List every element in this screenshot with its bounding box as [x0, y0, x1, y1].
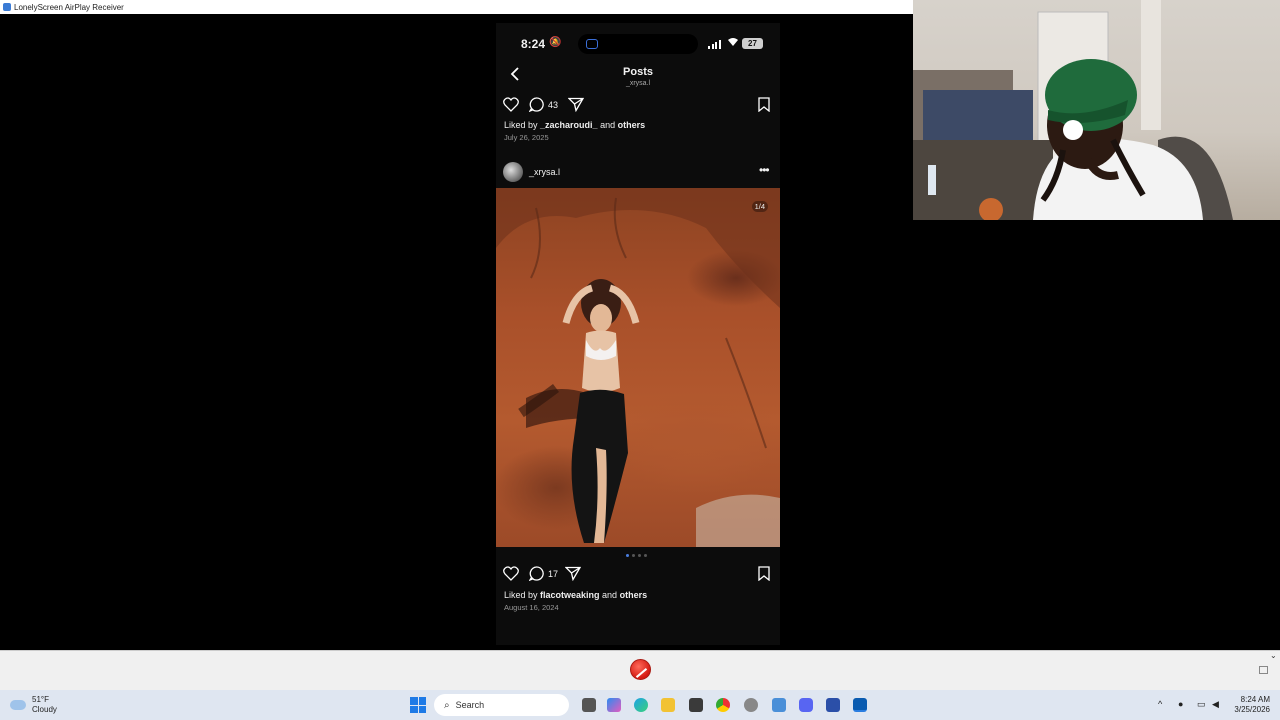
record-button[interactable]	[630, 659, 651, 680]
taskbar-clock[interactable]: 8:24 AM 3/25/2026	[1230, 695, 1270, 715]
volume-icon[interactable]: ◀	[1212, 699, 1219, 710]
post-username[interactable]: _xrysa.l	[529, 167, 560, 177]
wifi-icon	[727, 37, 739, 50]
ios-status-bar: 8:24 🔕 27	[496, 23, 780, 67]
like-heart-icon[interactable]	[503, 566, 519, 586]
liked-others-link[interactable]: others	[618, 120, 646, 130]
prev-post-liked-by: Liked by _zacharoudi_ and others	[504, 120, 646, 130]
dynamic-island	[578, 34, 698, 54]
search-icon: ⌕	[444, 699, 450, 711]
search-label: Search	[455, 700, 485, 710]
chrome-browser-icon[interactable]	[716, 698, 730, 712]
page-title: Posts	[623, 66, 653, 78]
share-send-icon[interactable]	[564, 566, 582, 586]
cloud-icon	[10, 700, 26, 710]
avatar[interactable]	[503, 162, 523, 182]
task-view-icon[interactable]	[582, 698, 596, 712]
weather-temp: 51°F	[32, 695, 49, 704]
app-titlebar: LonelyScreen AirPlay Receiver	[0, 0, 913, 14]
microphone-icon[interactable]: ●	[1178, 699, 1183, 709]
more-options-icon[interactable]: •••	[759, 163, 770, 177]
prev-post-date: July 26, 2025	[504, 133, 549, 142]
prev-post-actions: 43	[496, 95, 780, 115]
webcam-overlay	[913, 0, 1280, 220]
mute-bell-icon: 🔕	[549, 37, 562, 48]
post-actions: 17	[496, 564, 780, 584]
post-photo[interactable]: 1/4	[496, 188, 780, 547]
battery-indicator: 27	[742, 38, 763, 49]
comment-icon[interactable]	[528, 97, 544, 117]
bookmark-icon[interactable]	[758, 97, 770, 117]
posts-header: Posts _xrysa.l	[496, 63, 780, 93]
cellular-signal-icon	[708, 40, 721, 49]
app-title: LonelyScreen AirPlay Receiver	[14, 2, 124, 12]
post-date: August 16, 2024	[504, 603, 559, 612]
webcam-image	[913, 0, 1233, 220]
carousel-counter: 1/4	[751, 201, 768, 212]
store-icon[interactable]	[689, 698, 703, 712]
comment-count: 17	[548, 569, 559, 579]
notepad-icon[interactable]	[772, 698, 786, 712]
taskbar-search[interactable]: ⌕ Search	[434, 694, 569, 716]
file-explorer-icon[interactable]	[661, 698, 675, 712]
post-liked-by: Liked by flacotweaking and others	[504, 590, 648, 600]
page-subtitle: _xrysa.l	[625, 80, 651, 87]
carousel-dots	[626, 554, 647, 557]
liked-others-link[interactable]: others	[620, 590, 648, 600]
network-icon[interactable]: ▭	[1197, 699, 1206, 710]
screen-mirror-icon	[586, 39, 598, 49]
bookmark-icon[interactable]	[758, 566, 770, 586]
status-time: 8:24	[521, 37, 546, 51]
post-image	[496, 188, 780, 547]
phone-screen: 8:24 🔕 27 Posts _xrysa.l 43 Liked by _za…	[496, 23, 780, 645]
window-mode-icon[interactable]	[1259, 666, 1268, 674]
windows-taskbar: 51°F Cloudy ⌕ Search ^ ● ▭ ◀ 8:24 AM 3/25…	[0, 690, 1280, 720]
post-header: _xrysa.l •••	[496, 160, 780, 184]
receiver-control-bar: ⌄	[0, 650, 1280, 690]
liked-by-user-link[interactable]: _zacharoudi_	[540, 120, 598, 130]
liked-by-user-link[interactable]: flacotweaking	[540, 590, 600, 600]
weather-widget[interactable]: 51°F Cloudy	[10, 695, 57, 715]
edge-browser-icon[interactable]	[634, 698, 648, 712]
comment-count: 43	[548, 100, 559, 110]
clock-date: 3/25/2026	[1234, 705, 1270, 714]
clock-time: 8:24 AM	[1240, 695, 1270, 704]
app-icon[interactable]	[744, 698, 758, 712]
comment-icon[interactable]	[528, 566, 544, 586]
app-icon[interactable]	[826, 698, 840, 712]
share-send-icon[interactable]	[567, 97, 585, 117]
discord-icon[interactable]	[799, 698, 813, 712]
weather-desc: Cloudy	[32, 705, 57, 714]
lonelyscreen-taskbar-icon[interactable]	[853, 698, 867, 712]
start-windows-icon[interactable]	[410, 697, 426, 713]
chevron-down-icon[interactable]: ⌄	[1270, 651, 1277, 660]
copilot-icon[interactable]	[607, 698, 621, 712]
lonelyscreen-icon	[3, 3, 11, 11]
chevron-up-icon[interactable]: ^	[1158, 699, 1162, 709]
like-heart-icon[interactable]	[503, 97, 519, 117]
